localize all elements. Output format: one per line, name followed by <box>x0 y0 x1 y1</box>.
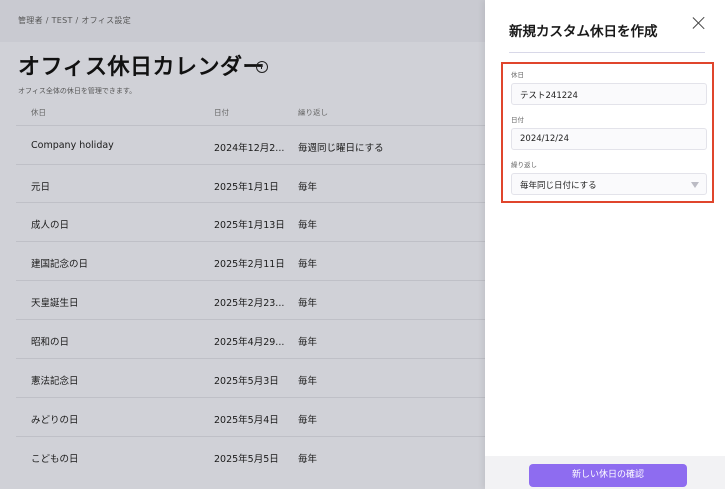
table-row[interactable]: 元日 2025年1月1日 毎年 <box>16 164 486 202</box>
row-name: 憲法記念日 <box>31 376 79 387</box>
table-row[interactable]: 成人の日 2025年1月13日 毎年 <box>16 202 486 240</box>
breadcrumb[interactable]: 管理者 / TEST / オフィス設定 <box>18 15 131 26</box>
row-date: 2025年2月23... <box>214 298 285 309</box>
chevron-down-icon <box>691 182 699 188</box>
create-holiday-panel: 新規カスタム休日を作成 休日 テスト241224 日付 2024/12/24 繰… <box>485 0 725 489</box>
row-repeat: 毎年 <box>298 259 318 270</box>
header-date: 日付 <box>214 108 229 117</box>
row-repeat: 毎年 <box>298 454 318 465</box>
row-date: 2025年1月1日 <box>214 182 279 193</box>
close-icon[interactable] <box>692 16 706 30</box>
info-icon[interactable] <box>256 61 268 73</box>
repeat-select-value: 毎年同じ日付にする <box>520 181 597 191</box>
panel-footer: 新しい休日の確認 <box>485 456 725 489</box>
row-date: 2025年4月29... <box>214 337 285 348</box>
page-title: オフィス休日カレンダー <box>18 55 266 80</box>
row-repeat: 毎年 <box>298 376 318 387</box>
row-repeat: 毎年 <box>298 298 318 309</box>
table-row[interactable]: 憲法記念日 2025年5月3日 毎年 <box>16 358 486 396</box>
confirm-holiday-button[interactable]: 新しい休日の確認 <box>529 464 687 487</box>
date-input[interactable]: 2024/12/24 <box>511 128 707 150</box>
row-name: 元日 <box>31 182 51 193</box>
row-date: 2025年1月13日 <box>214 220 285 231</box>
row-date: 2025年5月3日 <box>214 376 279 387</box>
table-row[interactable]: 建国記念の日 2025年2月11日 毎年 <box>16 241 486 279</box>
page-subtitle: オフィス全体の休日を管理できます。 <box>18 87 137 95</box>
table-row[interactable]: Company holiday 2024年12月2... 毎週同じ曜日にする <box>16 125 486 163</box>
row-date: 2025年2月11日 <box>214 259 285 270</box>
row-repeat: 毎週同じ曜日にする <box>298 143 384 154</box>
table-header: 休日 日付 繰り返し <box>0 104 485 124</box>
row-repeat: 毎年 <box>298 182 318 193</box>
table-row[interactable]: こどもの日 2025年5月5日 毎年 <box>16 436 486 474</box>
header-repeat: 繰り返し <box>298 108 328 117</box>
table-row[interactable]: 昭和の日 2025年4月29... 毎年 <box>16 319 486 357</box>
row-name: こどもの日 <box>31 454 79 465</box>
table-row[interactable]: みどりの日 2025年5月4日 毎年 <box>16 397 486 435</box>
row-name: みどりの日 <box>31 415 79 426</box>
divider <box>509 52 705 53</box>
row-repeat: 毎年 <box>298 220 318 231</box>
header-holiday: 休日 <box>31 108 46 117</box>
panel-title: 新規カスタム休日を作成 <box>509 24 658 40</box>
repeat-select[interactable]: 毎年同じ日付にする <box>511 173 707 195</box>
row-name: 天皇誕生日 <box>31 298 79 309</box>
row-repeat: 毎年 <box>298 415 318 426</box>
row-name: Company holiday <box>31 140 114 151</box>
repeat-label: 繰り返し <box>511 161 537 169</box>
row-date: 2025年5月5日 <box>214 454 279 465</box>
date-label: 日付 <box>511 116 524 124</box>
holiday-form: 休日 テスト241224 日付 2024/12/24 繰り返し 毎年同じ日付にす… <box>501 62 714 203</box>
row-name: 昭和の日 <box>31 337 70 348</box>
holiday-name-input[interactable]: テスト241224 <box>511 83 707 105</box>
row-repeat: 毎年 <box>298 337 318 348</box>
row-date: 2025年5月4日 <box>214 415 279 426</box>
row-date: 2024年12月2... <box>214 143 285 154</box>
row-name: 成人の日 <box>31 220 70 231</box>
holiday-label: 休日 <box>511 71 524 79</box>
table-row[interactable]: 天皇誕生日 2025年2月23... 毎年 <box>16 280 486 318</box>
row-name: 建国記念の日 <box>31 259 89 270</box>
